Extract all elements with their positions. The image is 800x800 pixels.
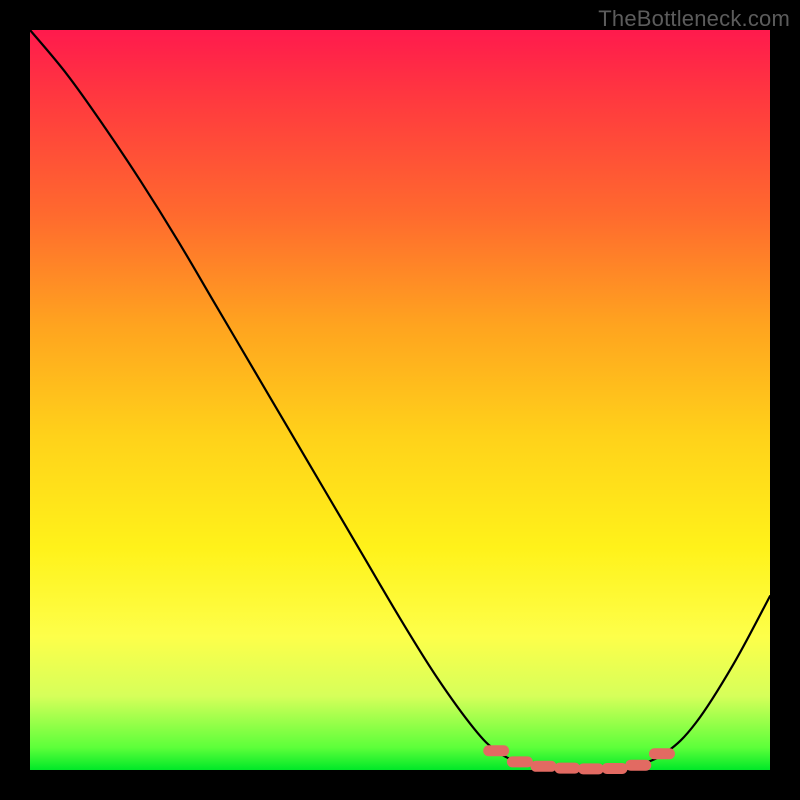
- marker-dot: [507, 756, 533, 767]
- bottleneck-curve-path: [30, 30, 770, 769]
- marker-dot: [554, 763, 580, 774]
- marker-dot: [625, 760, 651, 771]
- watermark-text: TheBottleneck.com: [598, 6, 790, 32]
- marker-dot: [531, 761, 557, 772]
- plot-area: [30, 30, 770, 770]
- curve-svg: [30, 30, 770, 770]
- marker-dot: [578, 763, 604, 774]
- marker-dot: [602, 763, 628, 774]
- flat-region-markers: [483, 745, 675, 774]
- marker-dot: [483, 745, 509, 756]
- marker-dot: [649, 748, 675, 759]
- chart-frame: TheBottleneck.com: [0, 0, 800, 800]
